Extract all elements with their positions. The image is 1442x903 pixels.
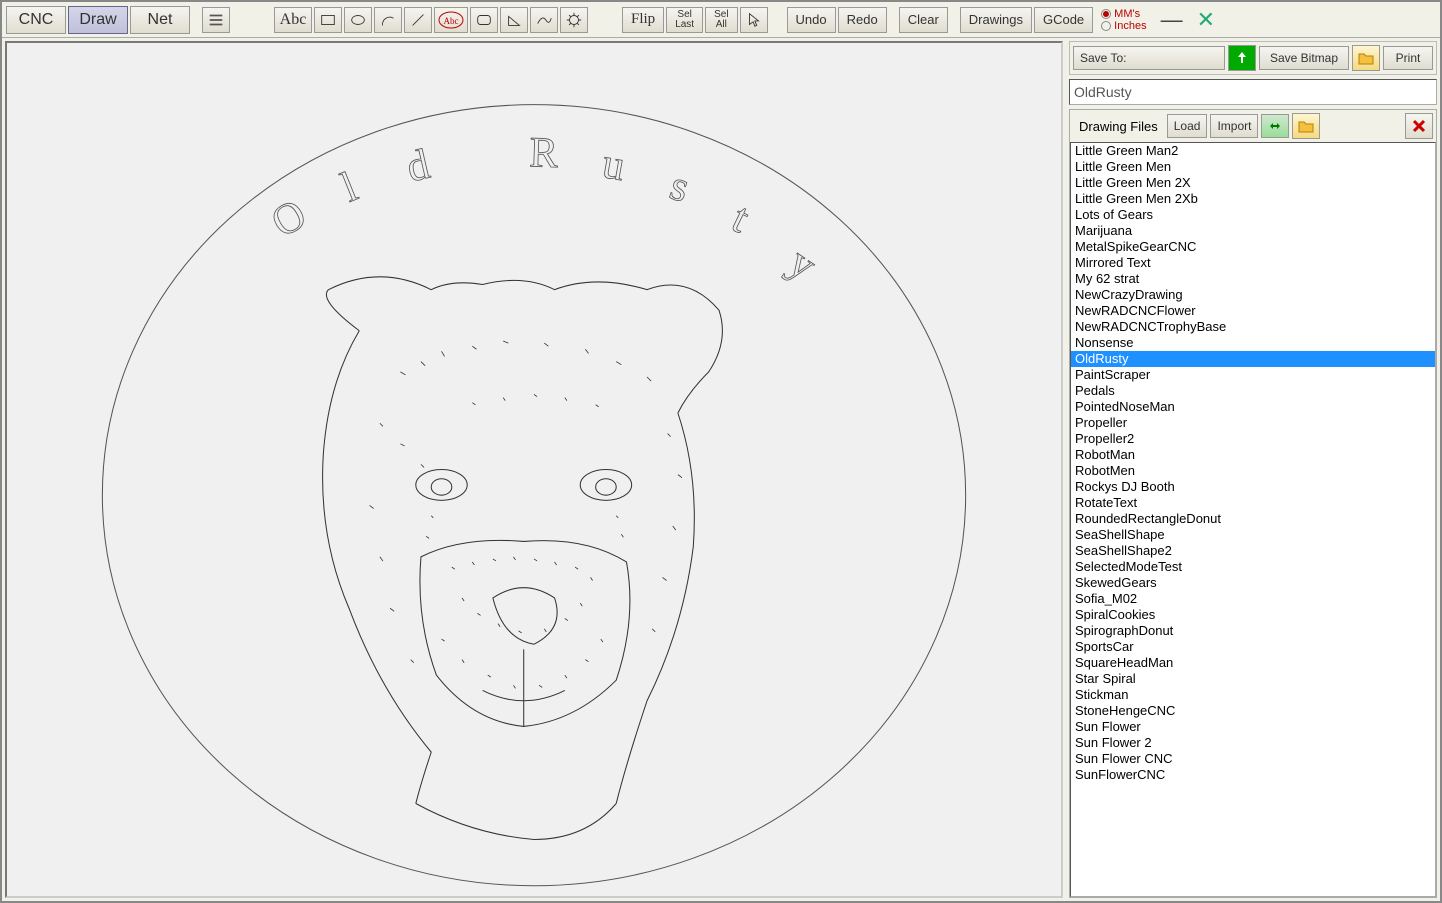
canvas-svg: O l d R u s t y <box>7 43 1061 896</box>
svg-text:d: d <box>402 141 434 192</box>
file-item[interactable]: OldRusty <box>1071 351 1435 367</box>
file-item[interactable]: SeaShellShape2 <box>1071 543 1435 559</box>
radio-mm-icon[interactable] <box>1101 9 1111 19</box>
print-button[interactable]: Print <box>1383 46 1433 70</box>
svg-text:Abc: Abc <box>444 16 459 26</box>
file-item[interactable]: Sun Flower CNC <box>1071 751 1435 767</box>
file-item[interactable]: Little Green Men <box>1071 159 1435 175</box>
menu-icon[interactable] <box>202 7 230 33</box>
ellipse-tool-button[interactable] <box>344 7 372 33</box>
file-list-panel: Drawing Files Load Import Little Green M… <box>1069 109 1437 898</box>
side-panel: Save To: Save Bitmap Print Drawing Files… <box>1066 38 1440 901</box>
svg-text:R: R <box>529 129 560 177</box>
file-item[interactable]: Little Green Men 2Xb <box>1071 191 1435 207</box>
clear-button[interactable]: Clear <box>899 7 948 33</box>
undo-button[interactable]: Undo <box>787 7 836 33</box>
file-item[interactable]: Sofia_M02 <box>1071 591 1435 607</box>
file-item[interactable]: Pedals <box>1071 383 1435 399</box>
file-item[interactable]: My 62 strat <box>1071 271 1435 287</box>
delete-icon[interactable] <box>1405 113 1433 139</box>
save-row: Save To: Save Bitmap Print <box>1069 41 1437 75</box>
file-item[interactable]: RoundedRectangleDonut <box>1071 511 1435 527</box>
refresh-icon[interactable] <box>1261 114 1289 138</box>
svg-text:y: y <box>780 238 825 289</box>
filename-input[interactable] <box>1069 79 1437 105</box>
gcode-button[interactable]: GCode <box>1034 7 1093 33</box>
drawing-files-label: Drawing Files <box>1073 119 1164 134</box>
rounded-rect-tool-button[interactable] <box>470 7 498 33</box>
svg-text:t: t <box>725 195 756 243</box>
flip-button[interactable]: Flip <box>622 7 664 33</box>
text-tool-button[interactable]: Abc <box>274 7 312 33</box>
file-item[interactable]: SportsCar <box>1071 639 1435 655</box>
file-item[interactable]: Lots of Gears <box>1071 207 1435 223</box>
file-item[interactable]: SkewedGears <box>1071 575 1435 591</box>
mode-cnc-button[interactable]: CNC <box>6 6 66 34</box>
import-button[interactable]: Import <box>1210 114 1258 138</box>
upload-icon[interactable] <box>1228 45 1256 71</box>
file-item[interactable]: SquareHeadMan <box>1071 655 1435 671</box>
file-item[interactable]: SelectedModeTest <box>1071 559 1435 575</box>
file-item[interactable]: RotateText <box>1071 495 1435 511</box>
file-item[interactable]: SeaShellShape <box>1071 527 1435 543</box>
file-item[interactable]: Little Green Men 2X <box>1071 175 1435 191</box>
rectangle-tool-button[interactable] <box>314 7 342 33</box>
file-list-header: Drawing Files Load Import <box>1070 110 1436 142</box>
svg-text:u: u <box>599 140 628 190</box>
file-item[interactable]: Sun Flower <box>1071 719 1435 735</box>
file-item[interactable]: MetalSpikeGearCNC <box>1071 239 1435 255</box>
units-inches-label: Inches <box>1114 20 1146 32</box>
browse-folder-icon[interactable] <box>1292 113 1320 139</box>
drawings-button[interactable]: Drawings <box>960 7 1032 33</box>
file-item[interactable]: Star Spiral <box>1071 671 1435 687</box>
select-last-button[interactable]: Sel Last <box>666 7 703 33</box>
pointer-tool-button[interactable] <box>740 7 768 33</box>
load-button[interactable]: Load <box>1167 114 1208 138</box>
svg-text:s: s <box>665 162 695 212</box>
file-item[interactable]: SpiralCookies <box>1071 607 1435 623</box>
file-item[interactable]: SunFlowerCNC <box>1071 767 1435 783</box>
svg-text:O: O <box>264 191 314 247</box>
svg-text:l: l <box>335 163 364 211</box>
file-item[interactable]: Propeller2 <box>1071 431 1435 447</box>
file-item[interactable]: Nonsense <box>1071 335 1435 351</box>
folder-icon[interactable] <box>1352 45 1380 71</box>
gear-tool-button[interactable] <box>560 7 588 33</box>
save-to-button[interactable]: Save To: <box>1073 46 1225 70</box>
arc-tool-button[interactable] <box>374 7 402 33</box>
file-item[interactable]: Mirrored Text <box>1071 255 1435 271</box>
file-item[interactable]: Stickman <box>1071 687 1435 703</box>
line-tool-button[interactable] <box>404 7 432 33</box>
file-item[interactable]: SpirographDonut <box>1071 623 1435 639</box>
units-selector[interactable]: MM's Inches <box>1095 8 1152 32</box>
file-list[interactable]: Little Green Man2Little Green MenLittle … <box>1070 142 1436 897</box>
file-item[interactable]: NewCrazyDrawing <box>1071 287 1435 303</box>
curve-tool-button[interactable] <box>530 7 558 33</box>
file-item[interactable]: NewRADCNCTrophyBase <box>1071 319 1435 335</box>
minimize-icon[interactable]: — <box>1155 7 1189 33</box>
select-all-button[interactable]: Sel All <box>705 7 737 33</box>
file-item[interactable]: Marijuana <box>1071 223 1435 239</box>
mode-draw-button[interactable]: Draw <box>68 6 128 34</box>
main-toolbar: CNC Draw Net Abc Abc Flip Sel Last Sel A… <box>2 2 1440 38</box>
drawing-canvas[interactable]: O l d R u s t y <box>5 41 1063 898</box>
file-item[interactable]: Little Green Man2 <box>1071 143 1435 159</box>
units-mm-label: MM's <box>1114 8 1140 20</box>
file-item[interactable]: StoneHengeCNC <box>1071 703 1435 719</box>
file-item[interactable]: Propeller <box>1071 415 1435 431</box>
file-item[interactable]: Sun Flower 2 <box>1071 735 1435 751</box>
close-icon[interactable]: ✕ <box>1191 7 1221 33</box>
mode-net-button[interactable]: Net <box>130 6 190 34</box>
radio-inches-icon[interactable] <box>1101 21 1111 31</box>
file-item[interactable]: Rockys DJ Booth <box>1071 479 1435 495</box>
triangle-tool-button[interactable] <box>500 7 528 33</box>
redo-button[interactable]: Redo <box>838 7 887 33</box>
file-item[interactable]: NewRADCNCFlower <box>1071 303 1435 319</box>
circle-text-tool-button[interactable]: Abc <box>434 7 468 33</box>
save-bitmap-button[interactable]: Save Bitmap <box>1259 46 1349 70</box>
file-item[interactable]: PointedNoseMan <box>1071 399 1435 415</box>
file-item[interactable]: PaintScraper <box>1071 367 1435 383</box>
file-item[interactable]: RobotMen <box>1071 463 1435 479</box>
file-item[interactable]: RobotMan <box>1071 447 1435 463</box>
